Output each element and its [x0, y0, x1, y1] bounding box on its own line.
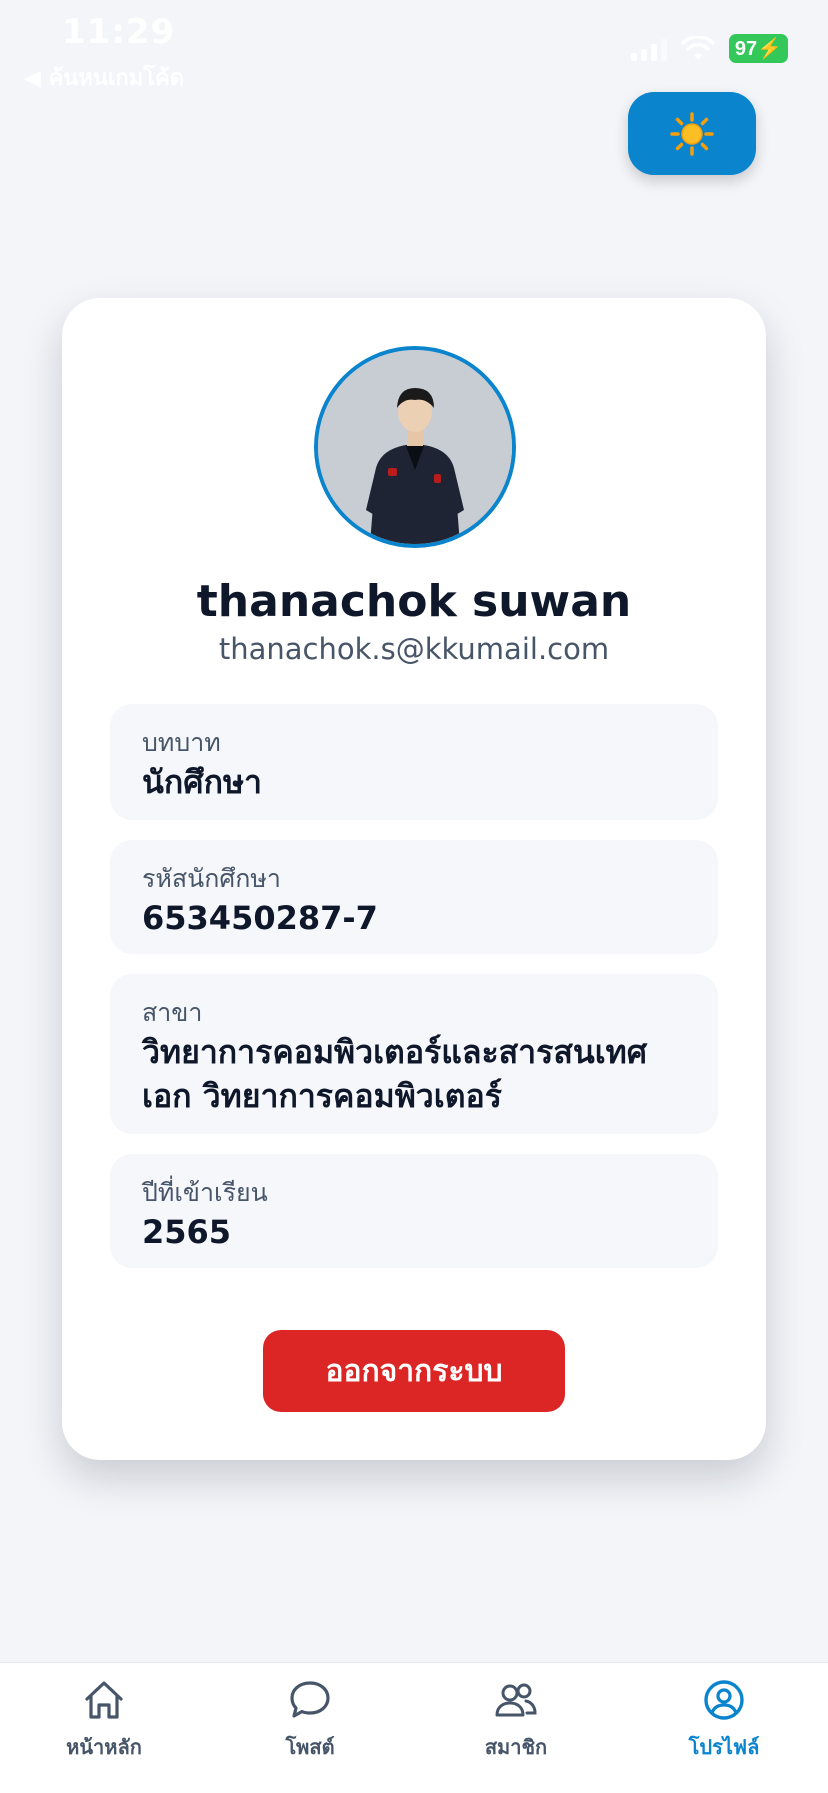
profile-email: thanachok.s@kkumail.com	[218, 632, 610, 666]
enrollment-year-field: ปีที่เข้าเรียน 2565	[110, 1154, 718, 1268]
nav-item-members[interactable]: สมาชิก	[436, 1677, 596, 1767]
bottom-nav: หน้าหลัก โพสต์ สมาชิก โปรไฟล์	[0, 1662, 828, 1793]
nav-label-profile: โปรไฟล์	[688, 1735, 760, 1759]
users-icon	[495, 1683, 537, 1717]
chat-bubble-icon	[290, 1681, 330, 1718]
nav-label-members: สมาชิก	[484, 1735, 548, 1759]
major-value: วิทยาการคอมพิวเตอร์และสารสนเทศ เอก วิทยา…	[142, 1033, 648, 1115]
student-id-value: 653450287-7	[142, 899, 378, 937]
status-indicators: 97⚡	[630, 34, 788, 63]
role-value: นักศึกษา	[142, 763, 262, 801]
nav-item-posts[interactable]: โพสต์	[230, 1677, 390, 1767]
status-bar: 11:29 ◀ ค้นหนเกมโค้ด 97⚡	[0, 0, 828, 100]
role-field: บทบาท นักศึกษา	[110, 704, 718, 820]
avatar-photo	[318, 350, 512, 544]
student-id-label: รหัสนักศึกษา	[142, 864, 281, 893]
avatar	[314, 346, 516, 548]
profile-name: thanachok suwan	[196, 576, 632, 627]
back-to-app-link[interactable]: ◀ ค้นหนเกมโค้ด	[24, 60, 184, 95]
battery-level: 97	[734, 38, 758, 60]
student-id-field: รหัสนักศึกษา 653450287-7	[110, 840, 718, 954]
enrollment-year-label: ปีที่เข้าเรียน	[142, 1178, 268, 1207]
logout-button[interactable]: ออกจากระบบ	[263, 1330, 565, 1412]
major-label: สาขา	[142, 998, 203, 1027]
profile-icon	[704, 1680, 744, 1720]
charging-bolt-icon: ⚡	[757, 38, 782, 60]
major-field: สาขา วิทยาการคอมพิวเตอร์และสารสนเทศ เอก …	[110, 974, 718, 1134]
theme-toggle-button[interactable]	[628, 92, 756, 175]
role-label: บทบาท	[142, 728, 221, 757]
nav-item-profile[interactable]: โปรไฟล์	[644, 1677, 804, 1767]
home-icon	[85, 1681, 123, 1719]
sun-icon	[670, 111, 714, 156]
signal-icon	[630, 37, 667, 61]
wifi-icon	[681, 35, 715, 60]
nav-label-posts: โพสต์	[285, 1735, 335, 1759]
battery-indicator: 97⚡	[728, 34, 788, 63]
enrollment-year-value: 2565	[142, 1213, 232, 1251]
nav-label-home: หน้าหลัก	[66, 1735, 142, 1759]
nav-item-home[interactable]: หน้าหลัก	[24, 1677, 184, 1767]
status-time: 11:29	[62, 12, 176, 52]
profile-card: thanachok suwan thanachok.s@kkumail.com …	[62, 298, 766, 1460]
